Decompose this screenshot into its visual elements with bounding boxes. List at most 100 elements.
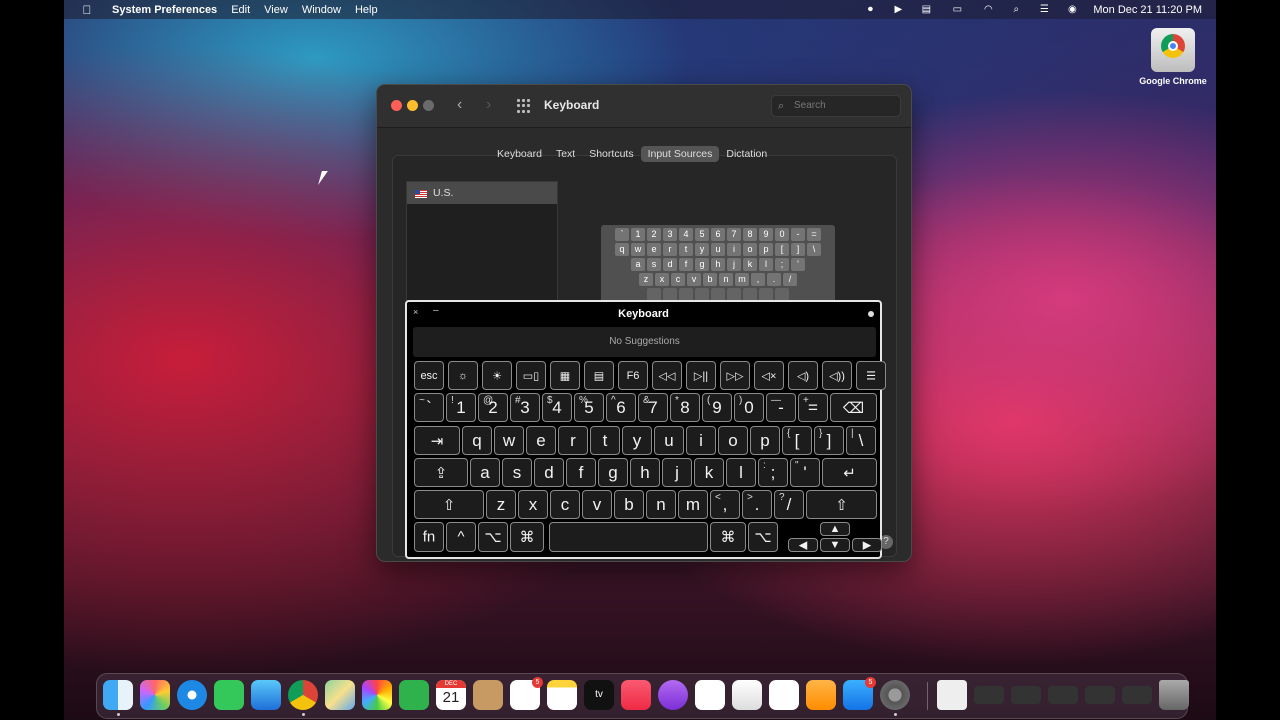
fn-key-esc[interactable]: esc — [414, 361, 444, 390]
key-f[interactable]: f — [566, 458, 596, 487]
key-t[interactable]: t — [590, 426, 620, 455]
arrow-right-key[interactable]: ▶ — [852, 538, 882, 552]
key-\[interactable]: | \ — [846, 426, 876, 455]
fn-key-mission-control[interactable]: ▭▯ — [516, 361, 546, 390]
control-key[interactable]: ^ — [446, 522, 476, 552]
key-,[interactable]: <, — [710, 490, 740, 519]
input-source-us[interactable]: U.S. — [407, 182, 557, 204]
menu-window[interactable]: Window — [302, 4, 341, 16]
key-b[interactable]: b — [614, 490, 644, 519]
photos-icon[interactable] — [362, 680, 392, 710]
key-2[interactable]: @2 — [478, 393, 508, 422]
fn-key-brightness-down[interactable]: ☼ — [448, 361, 478, 390]
zoom-button[interactable] — [423, 100, 434, 111]
launchpad-icon[interactable] — [140, 680, 170, 710]
forward-chevron-icon[interactable]: › — [486, 96, 491, 114]
key-y[interactable]: y — [622, 426, 652, 455]
window-thumbnail-icon[interactable] — [1011, 686, 1041, 704]
tab-input-sources[interactable]: Input Sources — [640, 146, 720, 162]
contacts-icon[interactable] — [473, 680, 503, 710]
key-a[interactable]: a — [470, 458, 500, 487]
key-1[interactable]: ! 1 — [446, 393, 476, 422]
reminders-icon[interactable]: 5 — [510, 677, 543, 710]
battery-icon[interactable]: ▭ — [947, 4, 967, 16]
right-shift-key[interactable]: ⇧ — [806, 490, 877, 519]
fn-key-fast-forward[interactable]: ▷▷ — [720, 361, 750, 390]
fn-key-f6[interactable]: F6 — [618, 361, 648, 390]
key-3[interactable]: #3 — [510, 393, 540, 422]
apple-menu-icon[interactable]:  — [80, 3, 94, 17]
control-center-icon[interactable]: ☰ — [1037, 4, 1051, 16]
key-9[interactable]: (9 — [702, 393, 732, 422]
messages-icon[interactable] — [214, 680, 244, 710]
key-=[interactable]: + = — [798, 393, 828, 422]
apple-tv-icon[interactable]: tv — [584, 680, 614, 710]
arrow-up-key[interactable]: ▲ — [820, 522, 850, 536]
key-i[interactable]: i — [686, 426, 716, 455]
key-r[interactable]: r — [558, 426, 588, 455]
key-n[interactable]: n — [646, 490, 676, 519]
fn-key-mute[interactable]: ◁× — [754, 361, 784, 390]
spotlight-search-icon[interactable]: ⌕ — [1009, 4, 1023, 16]
caps-lock-key[interactable]: ⇪ — [414, 458, 468, 487]
display-icon[interactable]: ▤ — [919, 4, 933, 16]
key-w[interactable]: w — [494, 426, 524, 455]
viewer-options-icon[interactable] — [868, 311, 874, 317]
key-7[interactable]: & 7 — [638, 393, 668, 422]
tab-shortcuts[interactable]: Shortcuts — [582, 146, 640, 162]
mail-icon[interactable] — [251, 680, 281, 710]
key-q[interactable]: q — [462, 426, 492, 455]
key-`[interactable]: ~ ` — [414, 393, 444, 422]
maps-icon[interactable] — [325, 680, 355, 710]
key-u[interactable]: u — [654, 426, 684, 455]
key-d[interactable]: d — [534, 458, 564, 487]
key-0[interactable]: ) 0 — [734, 393, 764, 422]
right-command-key[interactable]: ⌘ — [710, 522, 746, 552]
left-option-key[interactable]: ⌥ — [478, 522, 508, 552]
key-z[interactable]: z — [486, 490, 516, 519]
fn-key-menu[interactable]: ☰ — [856, 361, 886, 390]
close-button[interactable] — [391, 100, 402, 111]
tab-dictation[interactable]: Dictation — [719, 146, 774, 162]
space-bar[interactable] — [549, 522, 708, 552]
key-x[interactable]: x — [518, 490, 548, 519]
key-h[interactable]: h — [630, 458, 660, 487]
music-icon[interactable] — [621, 680, 651, 710]
menu-help[interactable]: Help — [355, 4, 378, 16]
clock[interactable]: Mon Dec 21 11:20 PM — [1093, 4, 1202, 16]
key-s[interactable]: s — [502, 458, 532, 487]
key-4[interactable]: $4 — [542, 393, 572, 422]
key-6[interactable]: ^ 6 — [606, 393, 636, 422]
key-o[interactable]: o — [718, 426, 748, 455]
key-p[interactable]: p — [750, 426, 780, 455]
show-all-grid-icon[interactable] — [517, 99, 531, 113]
fn-key-keyboard-light[interactable]: ▤ — [584, 361, 614, 390]
key-][interactable]: }] — [814, 426, 844, 455]
stop-recording-icon[interactable]: ⏺ — [863, 4, 877, 16]
finder-icon[interactable] — [103, 680, 133, 710]
key-j[interactable]: j — [662, 458, 692, 487]
arrow-down-key[interactable]: ▼ — [820, 538, 850, 552]
screenshot-thumbnail-icon[interactable] — [1085, 686, 1115, 704]
menu-edit[interactable]: Edit — [231, 4, 250, 16]
tab-text[interactable]: Text — [549, 146, 582, 162]
keyboard-thumbnail-icon[interactable] — [974, 686, 1004, 704]
calendar-icon[interactable]: DEC 21 — [436, 680, 466, 710]
siri-icon[interactable]: ◉ — [1065, 4, 1079, 16]
key-[[interactable]: {[ — [782, 426, 812, 455]
key--[interactable]: — - — [766, 393, 796, 422]
left-command-key[interactable]: ⌘ — [510, 522, 544, 552]
key-v[interactable]: v — [582, 490, 612, 519]
keyboard-thumbnail-icon[interactable] — [1048, 686, 1078, 704]
notes-icon[interactable] — [547, 680, 577, 710]
app-menu[interactable]: System Preferences — [112, 4, 217, 16]
key-k[interactable]: k — [694, 458, 724, 487]
wifi-icon[interactable]: ◠ — [981, 4, 995, 16]
key-l[interactable]: l — [726, 458, 756, 487]
minimize-button[interactable] — [407, 100, 418, 111]
fn-key-volume-down[interactable]: ◁) — [788, 361, 818, 390]
fn-key-brightness-up[interactable]: ☀ — [482, 361, 512, 390]
arrow-left-key[interactable]: ◀ — [788, 538, 818, 552]
system-preferences-icon[interactable] — [880, 680, 910, 710]
screenshot-thumbnail-icon[interactable] — [1122, 686, 1152, 704]
